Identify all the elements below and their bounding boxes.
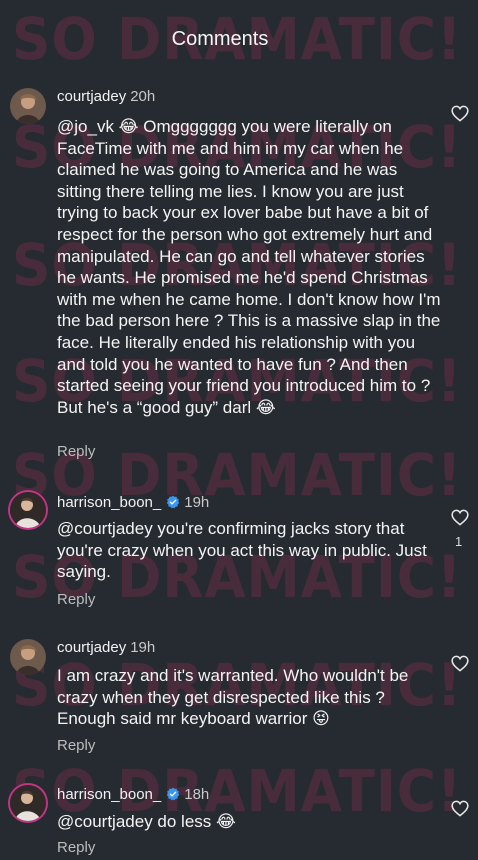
- comment-text: @jo_vk 😂 Omggggggg you were literally on…: [57, 117, 441, 417]
- username[interactable]: courtjadey: [57, 639, 126, 656]
- page-title: Comments: [171, 28, 269, 50]
- like-count: 1: [455, 534, 463, 549]
- comment-meta: courtjadey 20h: [57, 88, 155, 105]
- reply-button[interactable]: Reply: [57, 839, 95, 856]
- heart-outline-icon[interactable]: [451, 800, 469, 817]
- heart-outline-icon[interactable]: [451, 509, 469, 526]
- avatar[interactable]: [10, 88, 46, 124]
- comment-meta: harrison_boon_ 18h: [57, 786, 209, 803]
- comment-text: @courtjadey do less 😂: [57, 812, 236, 831]
- username[interactable]: harrison_boon_: [57, 786, 161, 803]
- comment-meta: harrison_boon_ 19h: [57, 494, 209, 511]
- timestamp: 19h: [184, 494, 210, 511]
- avatar[interactable]: [10, 492, 46, 528]
- timestamp: 19h: [130, 639, 156, 656]
- timestamp: 18h: [184, 786, 210, 803]
- comment-text: @courtjadey you're confirming jacks stor…: [57, 519, 427, 582]
- comments-screen: SO DRAMATIC! SO DRAMATIC! SO DRAMATIC! S…: [0, 0, 478, 860]
- verified-badge-icon: [167, 787, 180, 801]
- verified-badge-icon: [167, 495, 180, 509]
- reply-button[interactable]: Reply: [57, 591, 95, 608]
- reply-button[interactable]: Reply: [57, 443, 95, 460]
- heart-outline-icon[interactable]: [451, 655, 469, 672]
- comment-text: I am crazy and it's warranted. Who would…: [57, 666, 409, 729]
- avatar[interactable]: [10, 785, 46, 821]
- username[interactable]: harrison_boon_: [57, 494, 161, 511]
- timestamp: 20h: [130, 88, 156, 105]
- heart-outline-icon[interactable]: [451, 105, 469, 122]
- reply-button[interactable]: Reply: [57, 737, 95, 754]
- avatar[interactable]: [10, 639, 46, 675]
- username[interactable]: courtjadey: [57, 88, 126, 105]
- header: Comments: [0, 0, 478, 80]
- comment-meta: courtjadey 19h: [57, 639, 155, 656]
